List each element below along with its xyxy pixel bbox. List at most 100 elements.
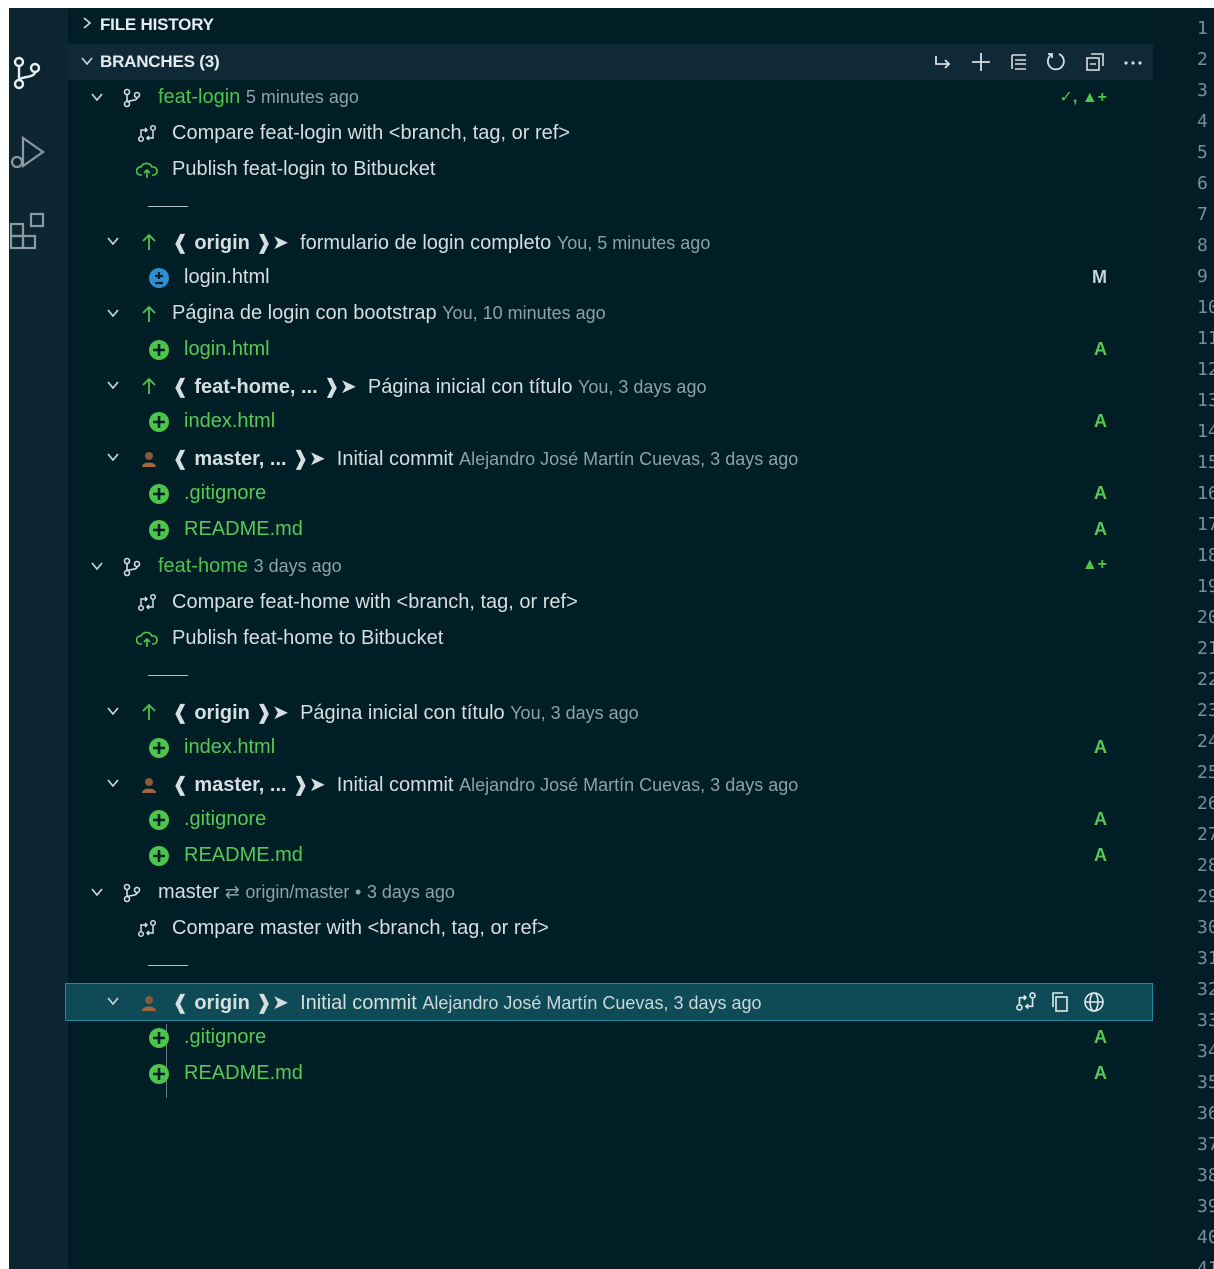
line-number: 26 bbox=[1197, 793, 1214, 814]
line-number: 1 bbox=[1197, 18, 1208, 39]
chevron-down-icon bbox=[107, 453, 119, 462]
commit-row[interactable]: ❰ origin ❱➤ Página inicial con título Yo… bbox=[68, 694, 1153, 730]
compare-row[interactable]: Compare feat-login with <branch, tag, or… bbox=[68, 116, 1153, 152]
separator-row bbox=[68, 947, 1153, 983]
line-number: 14 bbox=[1197, 421, 1214, 442]
file-name: login.html bbox=[184, 266, 270, 288]
line-number: 30 bbox=[1197, 917, 1214, 938]
file-status: A bbox=[1094, 411, 1107, 431]
line-number: 21 bbox=[1197, 638, 1214, 659]
file-row[interactable]: index.html A bbox=[68, 404, 1153, 440]
extensions-icon[interactable] bbox=[9, 210, 49, 250]
arrow-up-icon bbox=[142, 305, 156, 322]
compare-icon[interactable] bbox=[1014, 990, 1038, 1014]
commit-message: Página inicial con título bbox=[367, 376, 573, 398]
publish-row[interactable]: Publish feat-home to Bitbucket bbox=[68, 621, 1153, 657]
compare-icon bbox=[137, 124, 157, 143]
avatar-icon bbox=[142, 778, 156, 793]
commit-row[interactable]: ❰ master, ... ❱➤ Initial commit Alejandr… bbox=[68, 766, 1153, 802]
file-name: .gitignore bbox=[184, 1026, 267, 1048]
view-list-icon[interactable] bbox=[1007, 50, 1031, 74]
refresh-icon[interactable] bbox=[1045, 50, 1069, 74]
compare-row[interactable]: Compare feat-home with <branch, tag, or … bbox=[68, 585, 1153, 621]
chevron-down-icon bbox=[107, 381, 119, 390]
file-status: A bbox=[1094, 809, 1107, 829]
commit-meta: Alejandro José Martín Cuevas, 3 days ago bbox=[422, 993, 762, 1013]
branch-row-master[interactable]: master ⇄ origin/master • 3 days ago bbox=[68, 875, 1153, 911]
line-number: 17 bbox=[1197, 514, 1214, 535]
file-history-header[interactable]: FILE HISTORY bbox=[68, 8, 1153, 42]
file-row[interactable]: README.md A bbox=[68, 512, 1153, 548]
file-name: index.html bbox=[184, 736, 276, 758]
branch-time: 3 days ago bbox=[253, 556, 342, 576]
collapse-all-icon[interactable] bbox=[1083, 50, 1107, 74]
line-number: 25 bbox=[1197, 762, 1214, 783]
file-status: A bbox=[1094, 483, 1107, 503]
line-number: 28 bbox=[1197, 855, 1214, 876]
file-row[interactable]: .gitignore A bbox=[68, 476, 1153, 512]
line-number: 15 bbox=[1197, 452, 1214, 473]
source-control-icon[interactable] bbox=[9, 54, 49, 94]
line-number: 41 bbox=[1197, 1258, 1214, 1269]
commit-meta: You, 5 minutes ago bbox=[556, 233, 711, 253]
globe-icon[interactable] bbox=[1082, 990, 1106, 1014]
file-row[interactable]: login.html M bbox=[68, 260, 1153, 296]
chevron-down-icon bbox=[107, 779, 119, 788]
add-icon[interactable] bbox=[969, 50, 993, 74]
tracking-branch: origin/master bbox=[245, 882, 350, 902]
line-number: 31 bbox=[1197, 948, 1214, 969]
file-name: README.md bbox=[184, 518, 303, 540]
line-number: 39 bbox=[1197, 1196, 1214, 1217]
switch-branch-icon[interactable] bbox=[931, 50, 955, 74]
file-added-icon bbox=[149, 412, 169, 432]
file-name: login.html bbox=[184, 338, 270, 360]
line-number: 27 bbox=[1197, 824, 1214, 845]
line-number: 36 bbox=[1197, 1103, 1214, 1124]
more-actions-icon[interactable] bbox=[1121, 50, 1145, 74]
line-number: 38 bbox=[1197, 1165, 1214, 1186]
compare-label: Compare feat-home with <branch, tag, or … bbox=[172, 591, 578, 613]
compare-row[interactable]: Compare master with <branch, tag, or ref… bbox=[68, 911, 1153, 947]
branch-time: 3 days ago bbox=[366, 882, 455, 902]
commit-row[interactable]: Página de login con bootstrap You, 10 mi… bbox=[68, 296, 1153, 332]
file-row[interactable]: login.html A bbox=[68, 332, 1153, 368]
commit-row[interactable]: ❰ origin ❱➤ formulario de login completo… bbox=[68, 224, 1153, 260]
file-status: A bbox=[1094, 845, 1107, 865]
line-number: 35 bbox=[1197, 1072, 1214, 1093]
publish-label: Publish feat-home to Bitbucket bbox=[172, 627, 444, 649]
file-row[interactable]: .gitignore A bbox=[68, 802, 1153, 838]
editor-gutter: 1 2 3 4 5 6 7 8 9 10 11 12 13 14 15 16 17 18 19 20 21 22 23 24 2… bbox=[1153, 8, 1214, 1269]
line-number: 34 bbox=[1197, 1041, 1214, 1062]
chevron-down-icon bbox=[91, 562, 103, 571]
commit-meta: Alejandro José Martín Cuevas, 3 days ago bbox=[459, 775, 799, 795]
commit-row[interactable]: ❰ feat-home, ... ❱➤ Página inicial con t… bbox=[68, 368, 1153, 404]
arrow-up-icon bbox=[142, 233, 156, 250]
commit-message: Initial commit bbox=[336, 448, 454, 470]
line-number: 32 bbox=[1197, 979, 1214, 1000]
line-number: 4 bbox=[1197, 111, 1208, 132]
branches-header[interactable]: BRANCHES (3) bbox=[68, 44, 1153, 80]
file-added-icon bbox=[149, 738, 169, 758]
publish-row[interactable]: Publish feat-login to Bitbucket bbox=[68, 152, 1153, 188]
commit-row-selected[interactable]: ❰ origin ❱➤ Initial commit Alejandro Jos… bbox=[65, 983, 1153, 1021]
file-row[interactable]: README.md A bbox=[68, 838, 1153, 874]
commit-message: Página inicial con título bbox=[300, 702, 505, 724]
run-debug-icon[interactable] bbox=[9, 132, 49, 172]
branch-row-feat-home[interactable]: feat-home 3 days ago ▲+ bbox=[68, 549, 1153, 585]
file-row[interactable]: index.html A bbox=[68, 730, 1153, 766]
file-added-icon bbox=[149, 846, 169, 866]
chevron-down-icon bbox=[107, 237, 119, 246]
commit-ref-tag: ❰ master, ... ❱➤ bbox=[172, 448, 326, 470]
file-modified-icon bbox=[149, 268, 169, 288]
copy-icon[interactable] bbox=[1048, 990, 1072, 1014]
file-row[interactable]: .gitignore A bbox=[68, 1020, 1153, 1056]
file-name: .gitignore bbox=[184, 482, 267, 504]
branch-row-feat-login[interactable]: feat-login 5 minutes ago ✓, ▲+ bbox=[68, 80, 1153, 116]
commit-ref-tag: ❰ origin ❱➤ bbox=[172, 992, 289, 1014]
line-number: 24 bbox=[1197, 731, 1214, 752]
file-row[interactable]: README.md A bbox=[68, 1056, 1153, 1092]
commit-ref-tag: ❰ origin ❱➤ bbox=[172, 232, 289, 254]
branch-time: 5 minutes ago bbox=[245, 87, 359, 107]
commit-row[interactable]: ❰ master, ... ❱➤ Initial commit Alejandr… bbox=[68, 440, 1153, 476]
line-number: 19 bbox=[1197, 576, 1214, 597]
